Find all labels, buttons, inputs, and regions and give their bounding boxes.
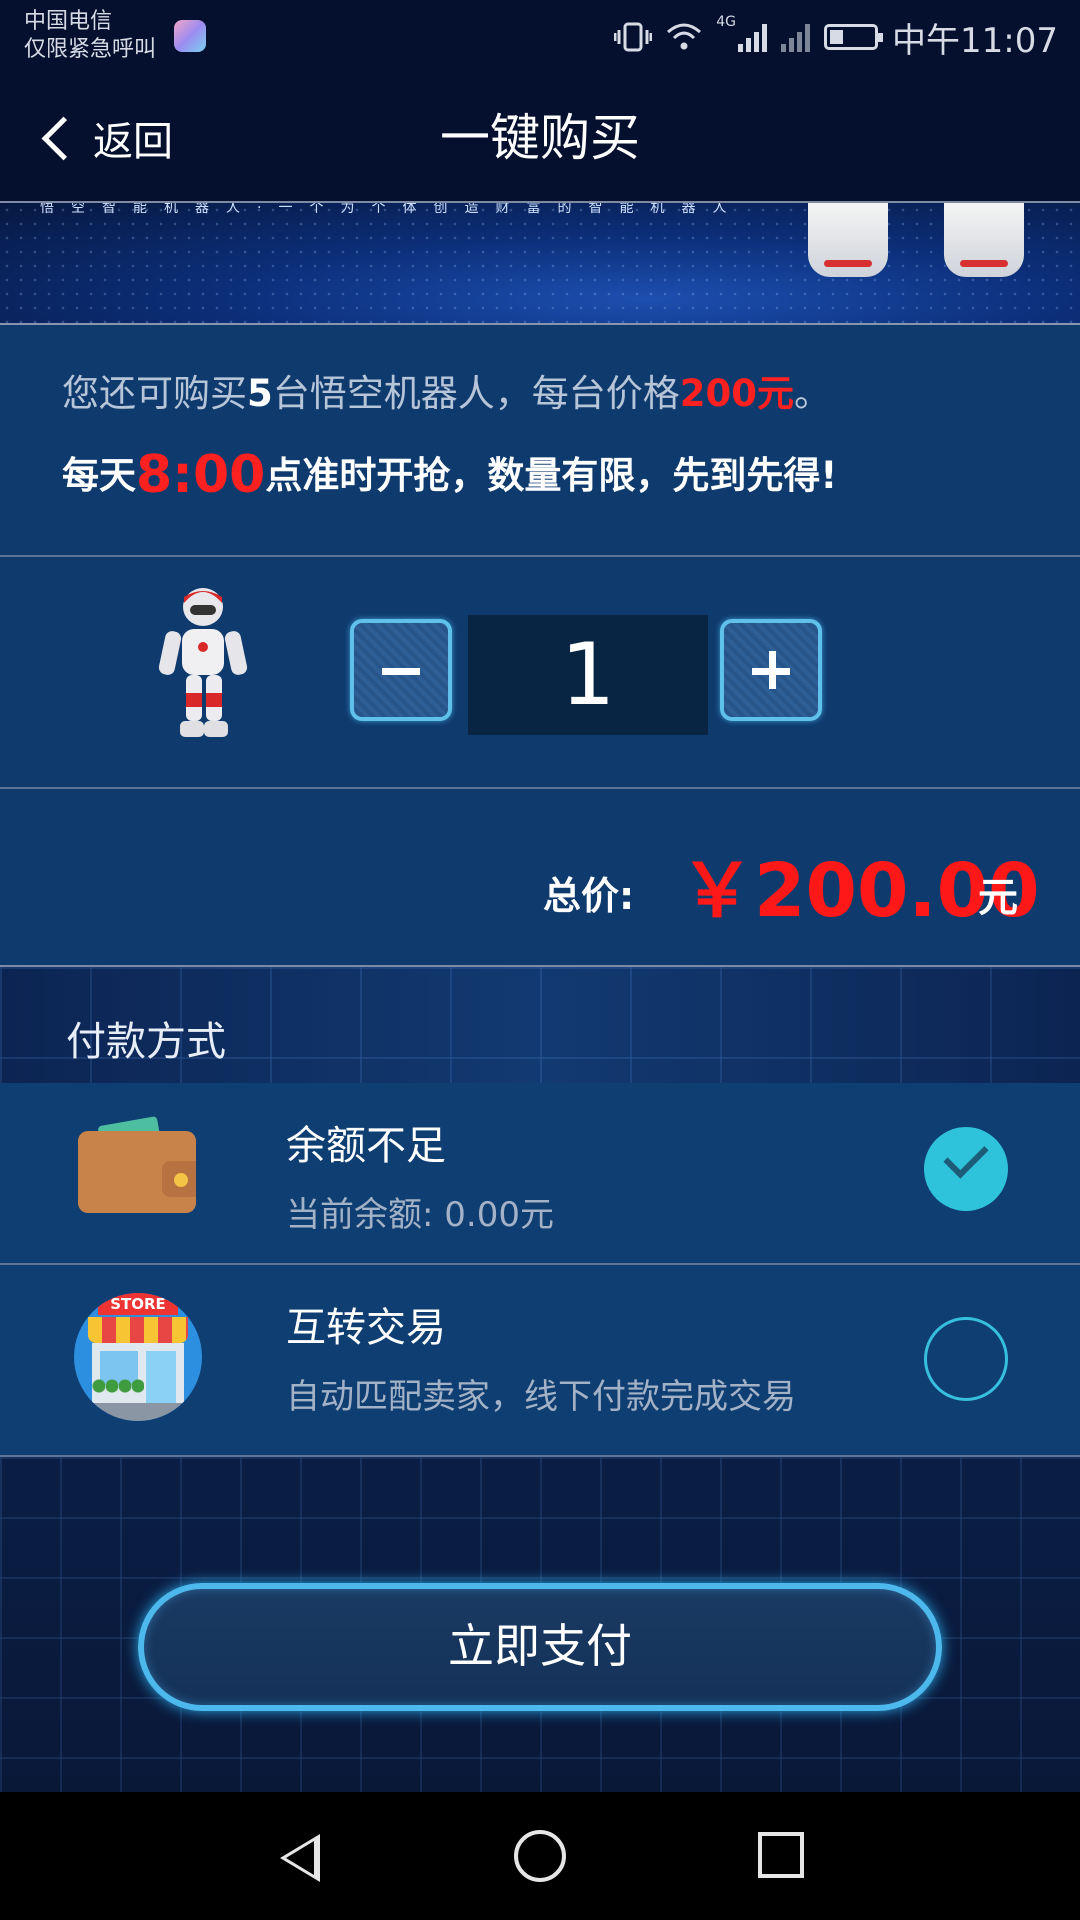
banner-background bbox=[0, 203, 1080, 323]
limit-mid: 台悟空机器人，每台价格 bbox=[272, 372, 680, 415]
payment-option-balance[interactable]: 余额不足 当前余额: 0.00元 bbox=[0, 1083, 1080, 1265]
store-sign: STORE bbox=[98, 1293, 178, 1315]
carrier-status: 仅限紧急呼叫 bbox=[24, 37, 157, 62]
limit-suffix: 。 bbox=[793, 372, 831, 415]
battery-icon bbox=[824, 24, 884, 50]
wifi-icon bbox=[667, 23, 702, 50]
sale-time-text: 每天8:00点准时开抢，数量有限，先到先得! bbox=[62, 445, 837, 505]
network-type-label: 4G bbox=[716, 14, 737, 30]
page-title: 一键购买 bbox=[440, 109, 640, 167]
banner-slogan: 悟空智能机器人·一个为个体创造财富的智能机器人 bbox=[40, 203, 744, 216]
nav-home-icon[interactable] bbox=[514, 1830, 566, 1882]
unit-price: 200元 bbox=[679, 372, 794, 415]
sale-time: 8:00 bbox=[136, 445, 266, 505]
purchase-info-panel: 您还可购买5台悟空机器人，每台价格200元。 每天8:00点准时开抢，数量有限，… bbox=[0, 325, 1080, 557]
vibrate-icon bbox=[614, 22, 653, 52]
payment-option-title: 互转交易 bbox=[286, 1305, 446, 1351]
product-banner: 悟空智能机器人·一个为个体创造财富的智能机器人 bbox=[0, 203, 1080, 325]
payment-section-header: 付款方式 bbox=[0, 967, 1080, 1083]
robot-foot-right-image bbox=[944, 203, 1024, 277]
nav-recents-icon[interactable] bbox=[758, 1832, 804, 1878]
robot-product-image bbox=[158, 588, 248, 737]
status-indicators: 4G 中午11:07 bbox=[614, 14, 1058, 61]
limit-prefix: 您还可购买 bbox=[62, 372, 247, 415]
increase-quantity-button[interactable] bbox=[720, 619, 822, 721]
app-header: 返回 一键购买 bbox=[0, 75, 1080, 203]
quantity-value[interactable]: 1 bbox=[468, 615, 708, 735]
status-time: 中午11:07 bbox=[892, 20, 1058, 61]
payment-option-subtitle: 当前余额: 0.00元 bbox=[286, 1195, 554, 1235]
unselected-radio-icon[interactable] bbox=[924, 1317, 1008, 1401]
purchase-limit-text: 您还可购买5台悟空机器人，每台价格200元。 bbox=[62, 363, 831, 417]
nav-back-icon[interactable] bbox=[280, 1834, 320, 1882]
limit-count: 5 bbox=[247, 372, 273, 415]
total-price-panel: 总价: ￥200.00 元 bbox=[0, 789, 1080, 967]
sale-time-suffix: 点准时开抢，数量有限，先到先得! bbox=[265, 454, 838, 497]
signal-icon bbox=[738, 22, 768, 52]
robot-foot-left-image bbox=[808, 203, 888, 277]
payment-section-title: 付款方式 bbox=[66, 1019, 226, 1065]
pay-now-button[interactable]: 立即支付 bbox=[138, 1583, 942, 1711]
selected-check-icon[interactable] bbox=[924, 1127, 1008, 1211]
carrier-name: 中国电信 bbox=[24, 9, 113, 34]
total-unit: 元 bbox=[978, 875, 1018, 921]
minus-icon bbox=[382, 668, 420, 675]
quantity-panel: 1 bbox=[0, 557, 1080, 789]
decrease-quantity-button[interactable] bbox=[350, 619, 452, 721]
status-bar: 中国电信 仅限紧急呼叫 4G 中午11:07 bbox=[0, 0, 1080, 75]
store-icon: STORE bbox=[74, 1293, 202, 1421]
total-label: 总价: bbox=[543, 874, 635, 918]
payment-option-title: 余额不足 bbox=[286, 1123, 446, 1169]
app-notification-icon bbox=[174, 20, 206, 52]
signal-no-sim-icon bbox=[781, 22, 811, 52]
sale-time-prefix: 每天 bbox=[62, 454, 136, 497]
system-nav-bar bbox=[0, 1792, 1080, 1920]
carrier-info: 中国电信 仅限紧急呼叫 bbox=[24, 8, 156, 64]
wallet-icon bbox=[78, 1116, 196, 1213]
plus-icon-vertical bbox=[769, 651, 776, 689]
payment-option-transfer[interactable]: STORE 互转交易 自动匹配卖家，线下付款完成交易 bbox=[0, 1265, 1080, 1457]
payment-option-subtitle: 自动匹配卖家，线下付款完成交易 bbox=[286, 1377, 796, 1417]
action-area: 立即支付 bbox=[0, 1457, 1080, 1792]
